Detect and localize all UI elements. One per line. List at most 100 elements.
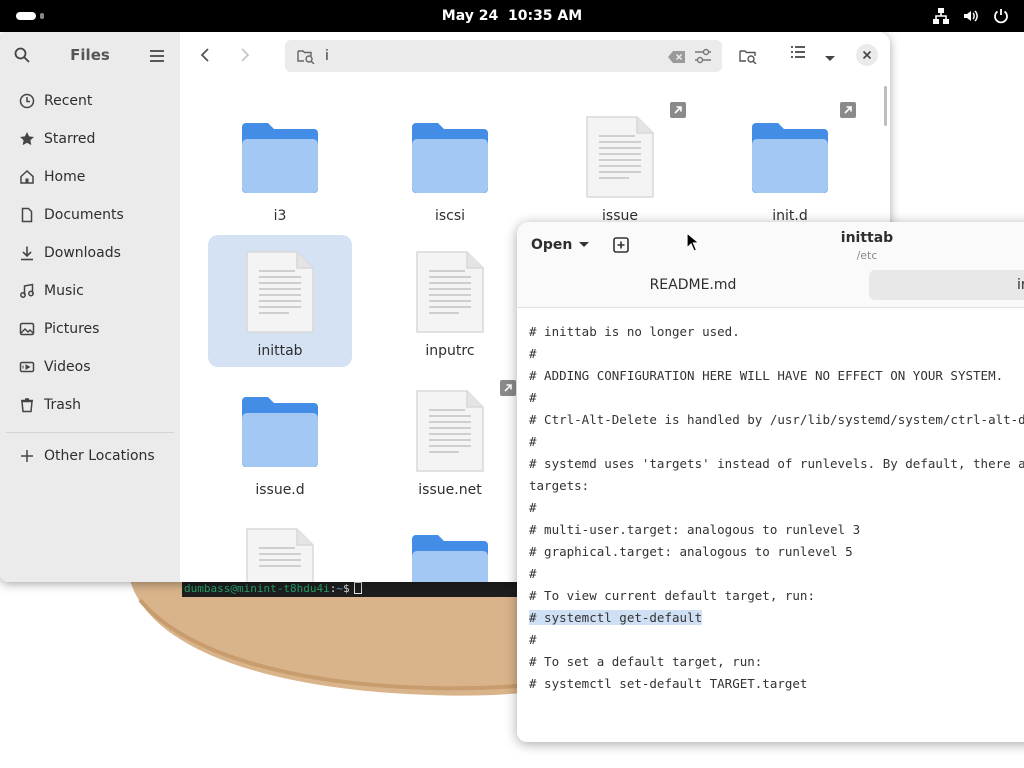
- open-button[interactable]: Open: [527, 232, 590, 258]
- file-item-inittab[interactable]: inittab: [208, 235, 352, 367]
- code-line: # multi-user.target: analogous to runlev…: [529, 519, 860, 541]
- video-icon: [18, 358, 36, 376]
- code-line: #: [529, 497, 537, 519]
- file-item-label: issue.net: [418, 482, 482, 498]
- folder-icon: [378, 110, 522, 204]
- tab-readme[interactable]: README.md: [523, 270, 863, 300]
- file-item-issue[interactable]: issue: [548, 100, 692, 232]
- clock-time[interactable]: 10:35 AM: [508, 8, 582, 24]
- hamburger-menu-icon[interactable]: [149, 48, 165, 67]
- picture-icon: [18, 320, 36, 338]
- sidebar-item-documents[interactable]: Documents: [6, 199, 174, 231]
- code-line: # systemctl set-default TARGET.target: [529, 673, 807, 695]
- code-line: targets:: [529, 475, 589, 497]
- file-item-issue-net[interactable]: issue.net: [378, 374, 522, 506]
- sidebar-item-home[interactable]: Home: [6, 161, 174, 193]
- back-button[interactable]: [194, 44, 216, 66]
- code-line-selected: # systemctl get-default: [529, 607, 703, 629]
- sidebar-item-videos[interactable]: Videos: [6, 351, 174, 383]
- sidebar-item-label: Downloads: [44, 245, 121, 261]
- code-line-text: # systemd uses 'targets' instead of runl…: [529, 456, 1024, 471]
- clear-search-icon[interactable]: [668, 49, 686, 68]
- trash-icon: [18, 396, 36, 414]
- terminal-window[interactable]: dumbass@minint-t8hdu4i:~$: [182, 581, 522, 597]
- file-item-partial[interactable]: [208, 512, 352, 582]
- location-search-bar[interactable]: [285, 40, 722, 72]
- sidebar-item-label: Other Locations: [44, 448, 155, 464]
- sidebar-item-label: Videos: [44, 359, 91, 375]
- folder-search-icon: [739, 50, 757, 64]
- volume-icon[interactable]: [962, 7, 980, 25]
- code-line-text: # multi-user.target: analogous to runlev…: [529, 522, 861, 537]
- sidebar-item-downloads[interactable]: Downloads: [6, 237, 174, 269]
- close-icon: [862, 50, 872, 60]
- open-button-label: Open: [531, 237, 573, 253]
- code-line: # ADDING CONFIGURATION HERE WILL HAVE NO…: [529, 365, 1003, 387]
- sidebar-header: Files: [0, 32, 180, 78]
- code-line: #: [529, 343, 537, 365]
- sidebar-item-label: Starred: [44, 131, 96, 147]
- code-line: #: [529, 563, 537, 585]
- code-line: #: [529, 629, 537, 651]
- editor-tab-bar: README.md inittab: [517, 268, 1024, 308]
- sidebar-item-pictures[interactable]: Pictures: [6, 313, 174, 345]
- folder-item-partial[interactable]: [378, 512, 522, 582]
- list-view-icon[interactable]: [790, 44, 806, 63]
- search-filter-icon[interactable]: [694, 48, 712, 68]
- code-line: # graphical.target: analogous to runleve…: [529, 541, 853, 563]
- power-icon[interactable]: [992, 7, 1010, 25]
- sidebar-item-label: Music: [44, 283, 84, 299]
- sidebar-item-recent[interactable]: Recent: [6, 85, 174, 117]
- folder-icon: [208, 110, 352, 204]
- document-icon: [18, 206, 36, 224]
- folder-icon: [718, 110, 862, 204]
- mouse-pointer-icon: [686, 232, 700, 252]
- files-scrollbar[interactable]: [884, 86, 887, 126]
- text-file-icon: [378, 384, 522, 478]
- download-icon: [18, 244, 36, 262]
- clock-date[interactable]: May 24: [442, 8, 498, 24]
- search-input[interactable]: [325, 46, 655, 66]
- forward-button[interactable]: [234, 44, 256, 66]
- network-icon[interactable]: [932, 7, 950, 25]
- code-line-text: #: [529, 390, 537, 405]
- search-location-button[interactable]: [732, 40, 764, 72]
- workspace-indicator: [39, 13, 44, 19]
- file-item-i3[interactable]: i3: [208, 100, 352, 232]
- file-item-label: inputrc: [425, 343, 475, 359]
- code-line-text: # inittab is no longer used.: [529, 324, 740, 339]
- sidebar-item-other-locations[interactable]: Other Locations: [6, 440, 174, 472]
- new-tab-icon[interactable]: [612, 236, 630, 258]
- chevron-down-icon[interactable]: [824, 48, 836, 67]
- sidebar-item-starred[interactable]: Starred: [6, 123, 174, 155]
- file-item-label: issue.d: [255, 482, 305, 498]
- code-line-text: # To set a default target, run:: [529, 654, 763, 669]
- system-tray[interactable]: [932, 7, 1010, 25]
- text-file-icon: [208, 522, 352, 582]
- sidebar-item-trash[interactable]: Trash: [6, 389, 174, 421]
- file-item-issue-d[interactable]: issue.d: [208, 374, 352, 506]
- sidebar-item-label: Trash: [44, 397, 81, 413]
- editor-headerbar: Open inittab /etc: [517, 222, 1024, 268]
- terminal-cursor: [353, 582, 362, 594]
- code-line: # To view current default target, run:: [529, 585, 815, 607]
- chevron-down-icon: [579, 242, 590, 247]
- plus-icon: [18, 447, 36, 465]
- code-line: #: [529, 431, 537, 453]
- activities-button[interactable]: [16, 11, 44, 21]
- sidebar-item-music[interactable]: Music: [6, 275, 174, 307]
- selected-text: # systemctl get-default: [529, 610, 703, 625]
- text-file-icon: [208, 245, 352, 339]
- file-item-inputrc[interactable]: inputrc: [378, 235, 522, 367]
- file-item-iscsi[interactable]: iscsi: [378, 100, 522, 232]
- tab-inittab[interactable]: inittab: [869, 270, 1024, 300]
- clock: May 24 10:35 AM: [0, 0, 1024, 32]
- sidebar-item-label: Pictures: [44, 321, 100, 337]
- file-item-init-d[interactable]: init.d: [718, 100, 862, 232]
- code-line: #: [529, 387, 537, 409]
- editor-text-area[interactable]: # inittab is no longer used. # # ADDING …: [517, 309, 1024, 742]
- terminal-prompt: $: [342, 582, 350, 595]
- folder-icon: [208, 384, 352, 478]
- close-window-button[interactable]: [856, 44, 878, 66]
- folder-search-icon: [297, 48, 315, 68]
